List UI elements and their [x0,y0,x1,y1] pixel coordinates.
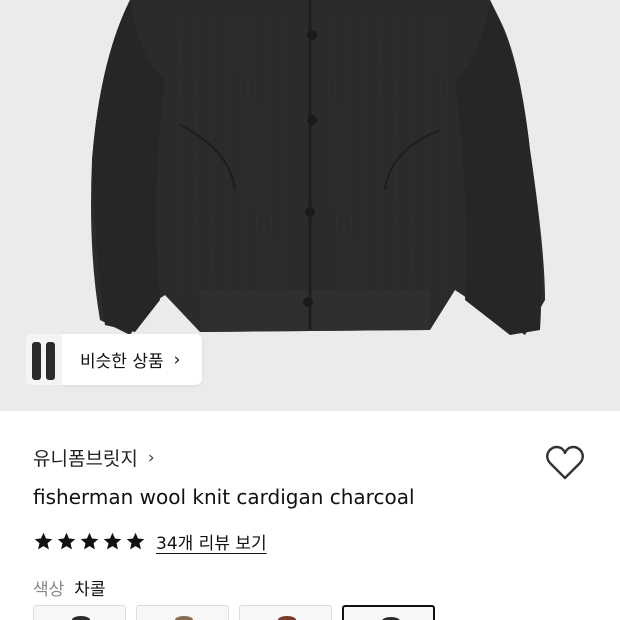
product-title: fisherman wool knit cardigan charcoal [33,485,415,509]
swatch-thumbnail [72,616,90,620]
star-filled-icon [126,532,145,550]
color-swatches [33,605,435,620]
color-swatch[interactable] [136,605,229,620]
product-image[interactable]: 비슷한 상품 › [0,0,620,411]
star-filled-icon [103,532,122,550]
similar-products-pill[interactable]: 비슷한 상품 › [58,334,203,385]
swatch-thumbnail [175,616,193,620]
rating-row: 34개 리뷰 보기 [33,529,267,554]
chevron-right-icon: › [173,349,181,370]
brand-name: 유니폼브릿지 [33,448,138,470]
color-swatch[interactable] [33,605,126,620]
swatch-thumbnail [278,616,296,620]
color-label: 색상 [33,580,65,600]
heart-outline-icon[interactable] [544,443,586,483]
color-value: 차콜 [74,580,106,600]
similar-products-button[interactable]: 비슷한 상품 › [26,334,203,385]
similar-products-label: 비슷한 상품 [80,352,164,372]
color-option-row: 색상 차콜 [33,575,106,600]
chevron-right-icon: › [147,447,155,468]
star-filled-icon [80,532,99,550]
brand-link[interactable]: 유니폼브릿지 › [33,444,155,471]
similar-thumbnails [26,334,62,385]
color-swatch[interactable] [342,605,435,620]
star-filled-icon [57,532,76,550]
review-link[interactable]: 34개 리뷰 보기 [156,529,267,554]
color-swatch[interactable] [239,605,332,620]
star-rating [33,531,146,552]
star-filled-icon [34,532,53,550]
